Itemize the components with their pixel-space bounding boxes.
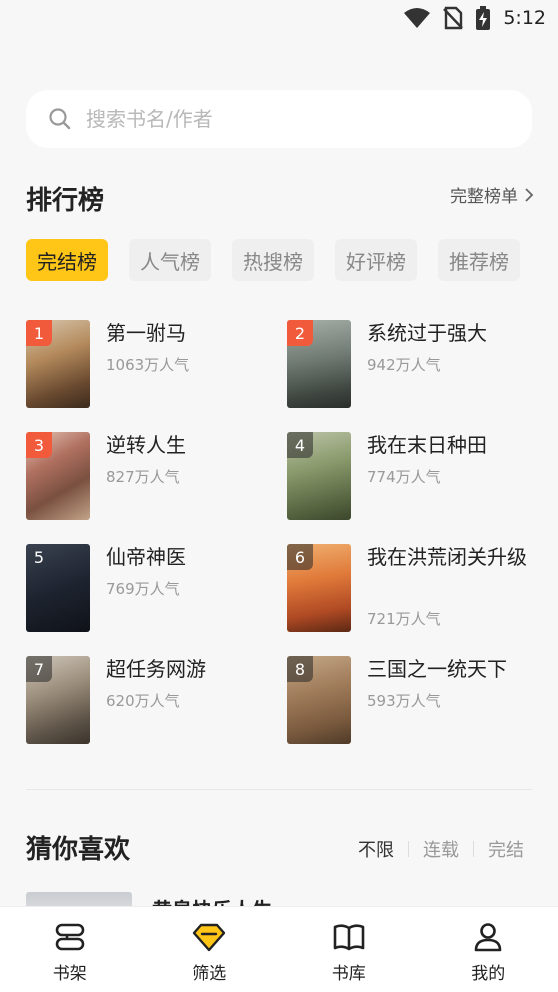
guess-filters: 不限 连载 完结 — [358, 836, 524, 862]
nav-label: 书库 — [331, 964, 366, 984]
book-title: 第一驸马 — [106, 321, 186, 345]
book-cover: 3 — [26, 432, 90, 520]
ranking-book-6[interactable]: 6 我在洪荒闭关升级 721万人气 — [287, 544, 537, 634]
open-book-icon — [333, 924, 365, 951]
full-list-link[interactable]: 完整榜单 — [450, 182, 534, 207]
battery-charging-icon — [476, 6, 491, 30]
book-title: 逆转人生 — [106, 433, 186, 457]
rank-badge: 3 — [26, 432, 52, 458]
book-title: 超任务网游 — [106, 657, 206, 681]
book-cover: 5 — [26, 544, 90, 632]
nav-bookshelf[interactable]: 书架 — [0, 907, 140, 992]
search-icon — [49, 108, 71, 130]
tab-popular[interactable]: 人气榜 — [129, 239, 211, 281]
ranking-book-1[interactable]: 1 第一驸马 1063万人气 — [26, 320, 276, 410]
book-title: 仙帝神医 — [106, 545, 186, 569]
chevron-right-icon — [525, 187, 534, 202]
rank-badge: 4 — [287, 432, 313, 458]
tab-hot-search[interactable]: 热搜榜 — [232, 239, 314, 281]
filter-divider — [408, 841, 409, 857]
filter-serializing[interactable]: 连载 — [423, 836, 459, 862]
rank-badge: 1 — [26, 320, 52, 346]
ranking-title: 排行榜 — [26, 186, 105, 216]
nav-label: 我的 — [471, 964, 506, 984]
filter-all[interactable]: 不限 — [358, 836, 394, 862]
no-sim-icon — [443, 6, 464, 30]
book-popularity: 942万人气 — [367, 356, 441, 374]
book-cover: 4 — [287, 432, 351, 520]
book-title: 我在末日种田 — [367, 433, 487, 457]
nav-profile[interactable]: 我的 — [419, 907, 558, 992]
nav-filter[interactable]: 筛选 — [140, 907, 280, 992]
book-popularity: 593万人气 — [367, 692, 441, 710]
search-input[interactable] — [86, 107, 486, 131]
book-popularity: 1063万人气 — [106, 356, 190, 374]
rank-badge: 2 — [287, 320, 313, 346]
bottom-nav: 书架 筛选 书库 我的 — [0, 906, 558, 992]
filter-divider — [473, 841, 474, 857]
rank-badge: 5 — [33, 547, 45, 567]
status-time: 5:12 — [503, 7, 546, 29]
nav-label: 书架 — [52, 964, 87, 984]
section-divider — [26, 789, 532, 790]
bookshelf-icon — [55, 923, 85, 951]
user-icon — [474, 923, 502, 952]
ranking-book-5[interactable]: 5 仙帝神医 769万人气 — [26, 544, 276, 634]
tab-top-rated[interactable]: 好评榜 — [335, 239, 417, 281]
tab-completed[interactable]: 完结榜 — [26, 239, 108, 281]
nav-label: 筛选 — [192, 964, 227, 984]
book-popularity: 769万人气 — [106, 580, 180, 598]
book-cover: 2 — [287, 320, 351, 408]
book-title: 三国之一统天下 — [367, 657, 507, 681]
ranking-tabs: 完结榜 人气榜 热搜榜 好评榜 推荐榜 — [26, 239, 520, 281]
diamond-icon — [193, 923, 226, 952]
ranking-list: 1 第一驸马 1063万人气 2 系统过于强大 942万人气 3 逆转人生 82… — [26, 320, 536, 754]
ranking-book-3[interactable]: 3 逆转人生 827万人气 — [26, 432, 276, 522]
ranking-book-7[interactable]: 7 超任务网游 620万人气 — [26, 656, 276, 746]
ranking-book-8[interactable]: 8 三国之一统天下 593万人气 — [287, 656, 537, 746]
nav-library[interactable]: 书库 — [279, 907, 419, 992]
book-title: 系统过于强大 — [367, 321, 487, 345]
book-cover: 8 — [287, 656, 351, 744]
ranking-book-2[interactable]: 2 系统过于强大 942万人气 — [287, 320, 537, 410]
rank-badge: 8 — [287, 656, 313, 682]
book-popularity: 721万人气 — [367, 610, 441, 628]
book-popularity: 774万人气 — [367, 468, 441, 486]
book-title: 我在洪荒闭关升级 — [367, 545, 527, 569]
book-popularity: 827万人气 — [106, 468, 180, 486]
status-bar: 5:12 — [0, 0, 558, 40]
book-popularity: 620万人气 — [106, 692, 180, 710]
status-icons: 5:12 — [403, 6, 546, 30]
filter-completed[interactable]: 完结 — [488, 836, 524, 862]
book-cover: 6 — [287, 544, 351, 632]
book-cover: 1 — [26, 320, 90, 408]
book-cover: 7 — [26, 656, 90, 744]
full-list-label: 完整榜单 — [450, 187, 518, 207]
ranking-book-4[interactable]: 4 我在末日种田 774万人气 — [287, 432, 537, 522]
tab-recommended[interactable]: 推荐榜 — [438, 239, 520, 281]
guess-title: 猜你喜欢 — [26, 835, 131, 865]
wifi-icon — [404, 8, 431, 28]
rank-badge: 7 — [26, 656, 52, 682]
search-bar[interactable] — [26, 90, 532, 148]
rank-badge: 6 — [287, 544, 313, 570]
